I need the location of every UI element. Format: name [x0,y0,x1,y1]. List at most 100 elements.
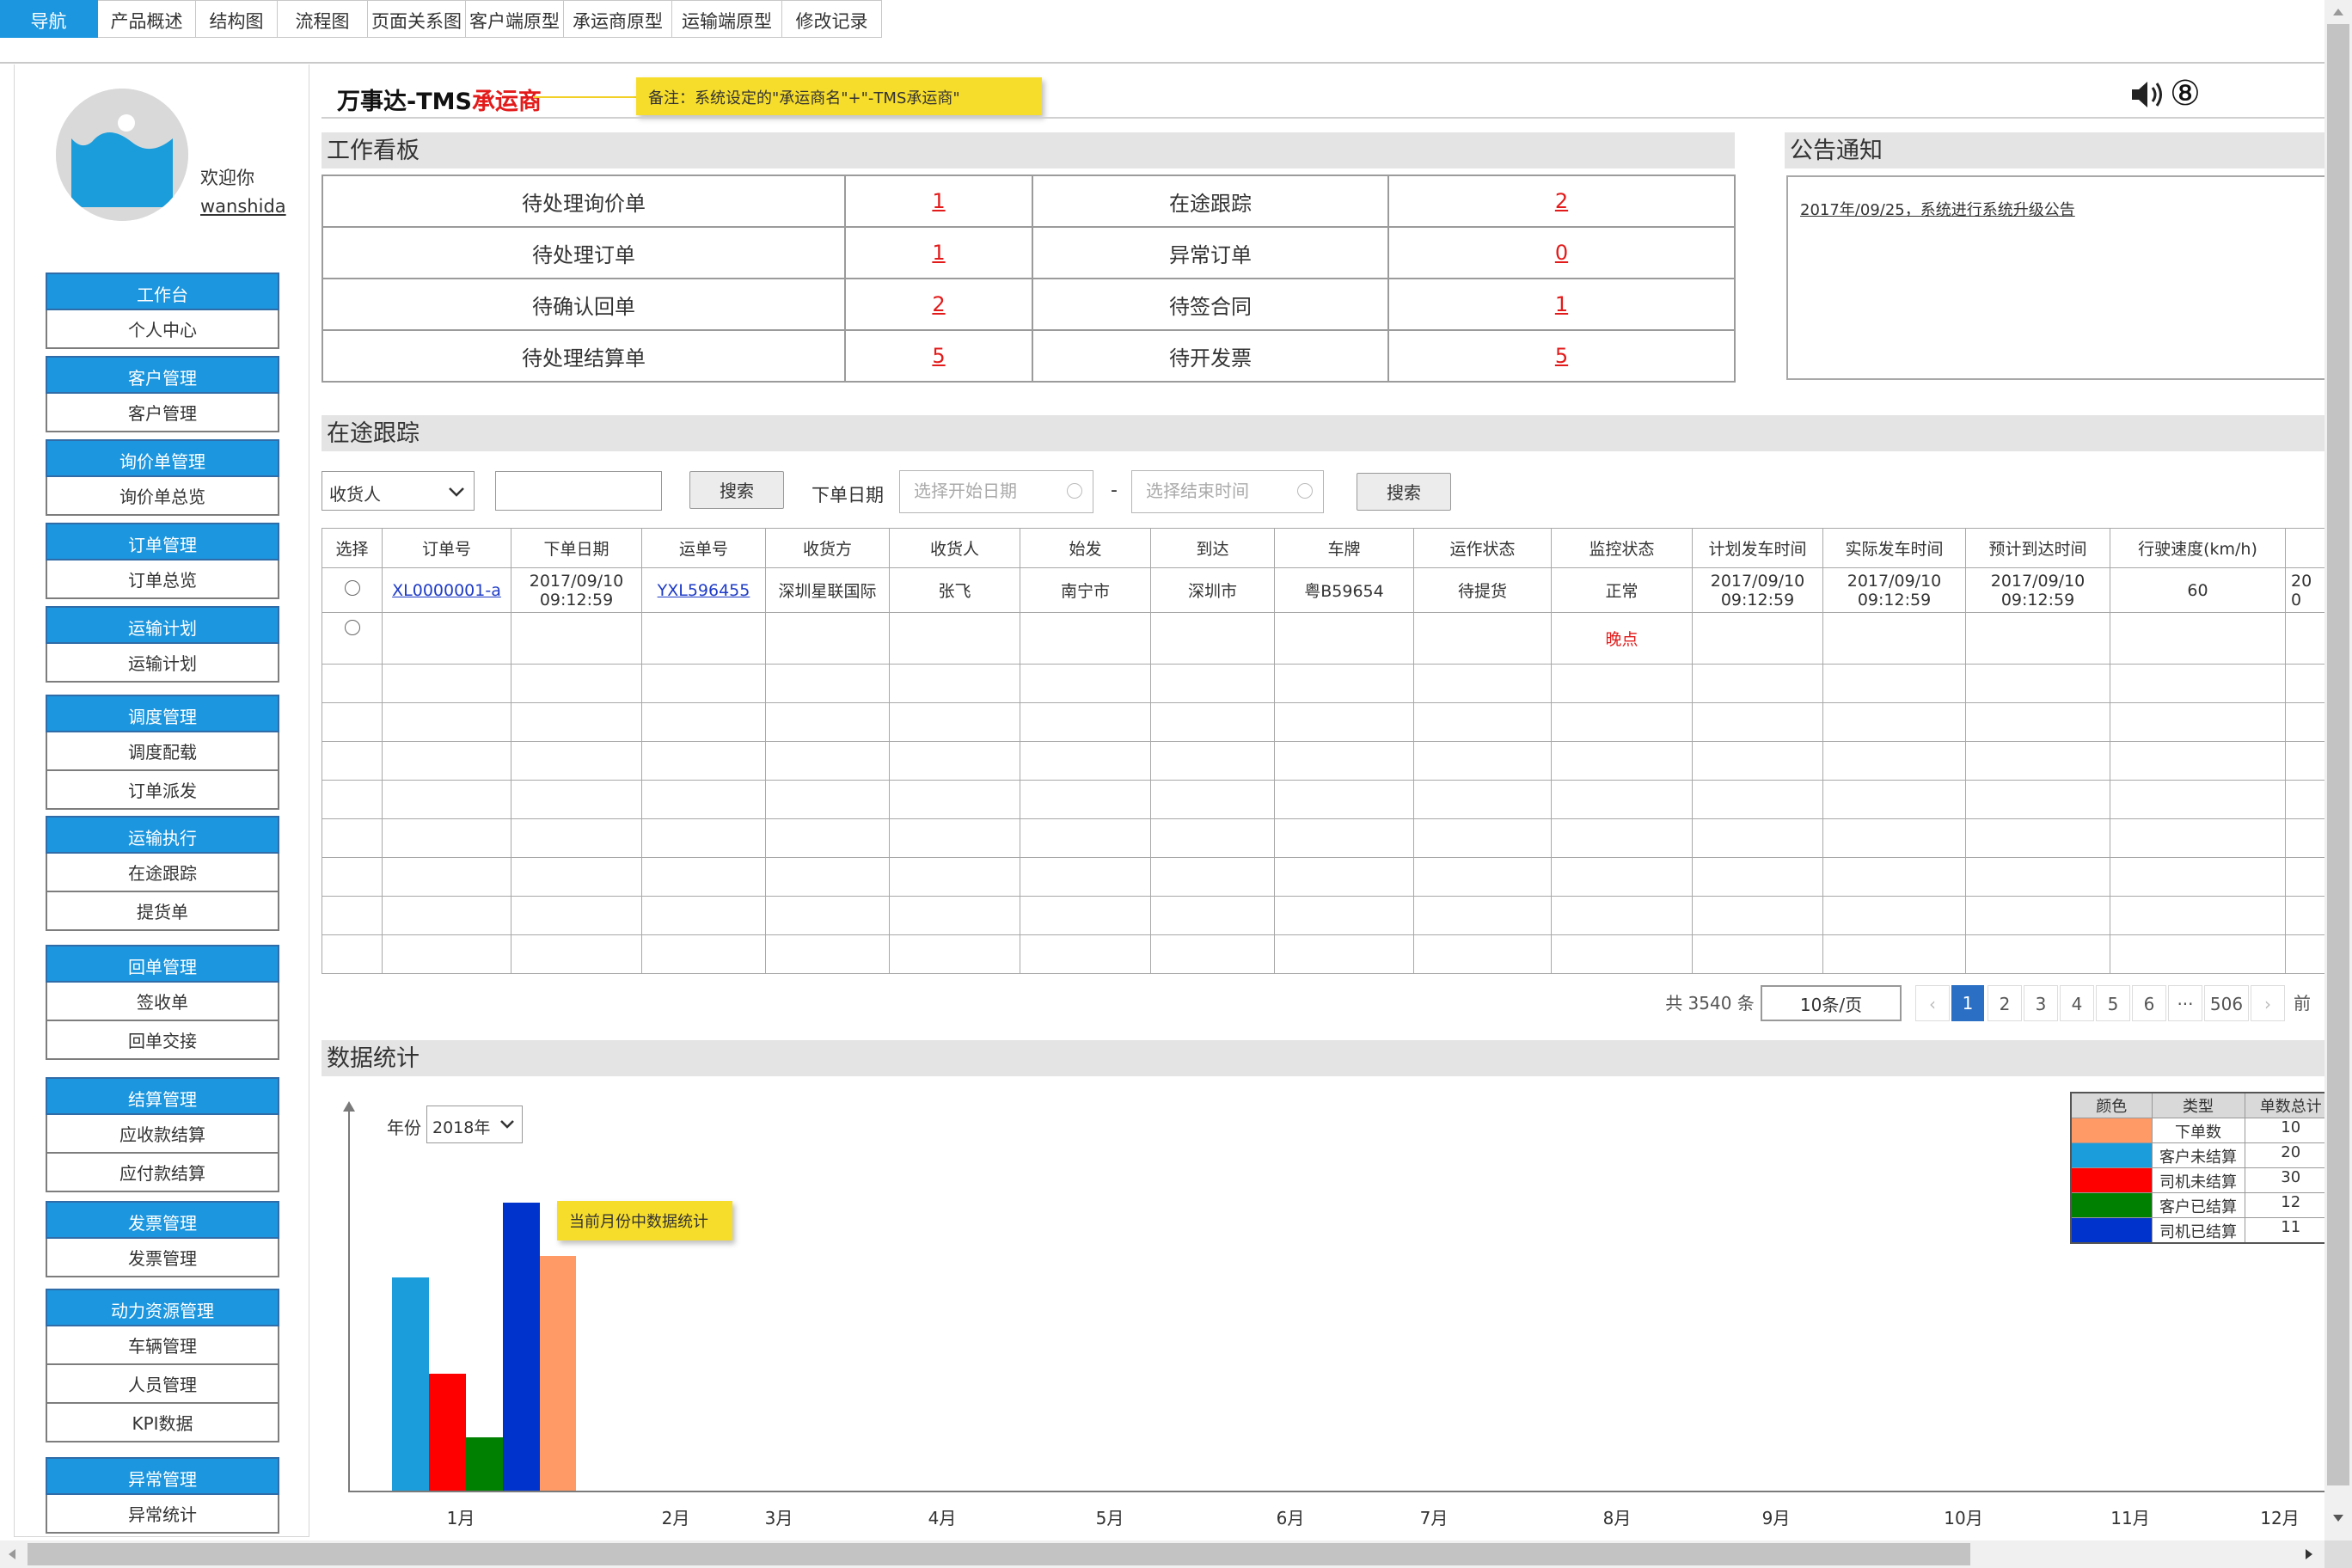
date-text: 2017/09/10 [1990,571,2086,591]
menu-item-invoice-management[interactable]: 发票管理 [46,1239,279,1277]
tab-client-prototype[interactable]: 客户端原型 [466,0,564,38]
menu-item-personal-center[interactable]: 个人中心 [46,310,279,349]
legend-type: 司机已结算 [2151,1217,2245,1244]
tab-change-log[interactable]: 修改记录 [782,0,882,38]
vertical-scroll-thumb[interactable] [2327,24,2349,1485]
legend-table: 颜色 类型 单数总计 下单数 10 客户未结算 20 司机未结算 30 客户已结… [2070,1092,2324,1244]
board-count-link[interactable]: 5 [844,329,1033,383]
scroll-left-arrow-icon[interactable] [7,1547,17,1561]
bar-3-1月 [466,1437,503,1491]
filter-keyword-input[interactable] [495,471,662,511]
tab-carrier-prototype[interactable]: 承运商原型 [564,0,672,38]
order-no-link[interactable]: XL0000001-a [392,581,501,600]
menu-item-kpi[interactable]: KPI数据 [46,1404,279,1442]
board-count-link[interactable]: 1 [1387,278,1736,331]
tab-navigation[interactable]: 导航 [0,0,98,38]
page-title: 万事达-TMS承运商 [337,83,542,116]
board-count-link[interactable]: 0 [1387,226,1736,279]
board-count-link[interactable]: 5 [1387,329,1736,383]
time-text: 09:12:59 [539,590,614,609]
page-button-active[interactable]: 1 [1951,985,1984,1021]
next-page-button[interactable]: › [2251,985,2285,1021]
menu-item-receivable[interactable]: 应收款结算 [46,1115,279,1154]
total-count: 共 3540 条 [1665,993,1755,1014]
horizontal-scroll-thumb[interactable] [28,1543,1970,1565]
tab-product-overview[interactable]: 产品概述 [98,0,196,38]
menu-item-sign-receipt[interactable]: 签收单 [46,983,279,1021]
speaker-icon[interactable] [2128,76,2168,117]
menu-head-resources[interactable]: 动力资源管理 [46,1289,279,1326]
vertical-scrollbar[interactable] [2324,0,2352,1540]
page-button[interactable]: 4 [2060,985,2094,1021]
x-tick-label: 3月 [764,1508,793,1528]
filter-field-select[interactable]: 收货人 [322,471,475,511]
board-count-link[interactable]: 1 [844,175,1033,228]
notice-item-link[interactable]: 2017年/09/25，系统进行系统升级公告 [1800,198,2075,220]
start-date-input[interactable]: 选择开始日期 [899,470,1093,513]
menu-head-settlement[interactable]: 结算管理 [46,1077,279,1115]
date-search-button[interactable]: 搜索 [1357,473,1451,511]
menu-item-transport-plan[interactable]: 运输计划 [46,644,279,683]
menu-item-in-transit[interactable]: 在途跟踪 [46,854,279,892]
plate-cell: 粤B59654 [1274,567,1414,613]
table-row: 晚点 [322,612,2324,665]
board-count-link[interactable]: 2 [844,278,1033,331]
divider [0,62,2324,64]
menu-item-customer-management[interactable]: 客户管理 [46,394,279,432]
scroll-down-arrow-icon[interactable] [2331,1513,2345,1523]
legend-total: 12 [2244,1192,2324,1218]
menu-item-dispatch-loading[interactable]: 调度配载 [46,732,279,771]
goto-page-label: 前往 [2294,993,2311,1014]
menu-item-exception-stats[interactable]: 异常统计 [46,1495,279,1534]
row-select-radio[interactable] [344,580,360,596]
end-date-input[interactable]: 选择结束时间 [1131,470,1324,513]
prev-page-button[interactable]: ‹ [1915,985,1950,1021]
menu-head-exception[interactable]: 异常管理 [46,1457,279,1495]
horizontal-scrollbar[interactable] [0,1540,2324,1568]
column-header: 下单日期 [511,528,642,568]
menu-item-vehicles[interactable]: 车辆管理 [46,1326,279,1365]
menu-item-payable[interactable]: 应付款结算 [46,1154,279,1192]
menu-item-receipt-handover[interactable]: 回单交接 [46,1021,279,1060]
page-ellipsis[interactable]: ··· [2168,985,2202,1021]
board-label: 待确认回单 [322,278,846,331]
page-button[interactable]: 2 [1988,985,2022,1021]
menu-item-personnel[interactable]: 人员管理 [46,1365,279,1404]
page-button-last[interactable]: 506 [2204,985,2249,1021]
scroll-up-arrow-icon[interactable] [2331,7,2345,17]
page-button[interactable]: 6 [2132,985,2166,1021]
menu-head-execution[interactable]: 运输执行 [46,816,279,854]
menu-item-order-overview[interactable]: 订单总览 [46,560,279,599]
menu-item-pickup[interactable]: 提货单 [46,892,279,931]
tab-transport-prototype[interactable]: 运输端原型 [672,0,782,38]
board-row: 待确认回单 2 待签合同 1 [322,278,1736,331]
menu-head-inquiry[interactable]: 询价单管理 [46,439,279,477]
legend-total: 11 [2244,1217,2324,1244]
column-header: 行驶速度(km/h) [2110,528,2286,568]
menu-head-dispatch[interactable]: 调度管理 [46,695,279,732]
row-select-radio[interactable] [344,620,360,635]
tab-page-relations[interactable]: 页面关系图 [368,0,466,38]
search-button[interactable]: 搜索 [689,471,784,509]
waybill-link[interactable]: YXL596455 [658,581,750,600]
menu-item-inquiry-overview[interactable]: 询价单总览 [46,477,279,516]
legend-swatch [2070,1142,2153,1168]
board-count-link[interactable]: 1 [844,226,1033,279]
menu-item-order-dispatch[interactable]: 订单派发 [46,771,279,810]
tab-flowchart[interactable]: 流程图 [278,0,368,38]
username-link[interactable]: wanshida [200,196,286,217]
tab-structure[interactable]: 结构图 [196,0,278,38]
menu-head-order[interactable]: 订单管理 [46,523,279,560]
page-button[interactable]: 3 [2024,985,2058,1021]
menu-head-invoice[interactable]: 发票管理 [46,1201,279,1239]
menu-head-customer[interactable]: 客户管理 [46,356,279,394]
page-size-select[interactable]: 10条/页 [1761,985,1902,1021]
board-count-link[interactable]: 2 [1387,175,1736,228]
order-no-cell: XL0000001-a [382,567,511,613]
notification-count-badge[interactable]: ⑧ [2170,74,2201,113]
menu-head-workbench[interactable]: 工作台 [46,273,279,310]
menu-head-transport-plan[interactable]: 运输计划 [46,606,279,644]
menu-head-receipt[interactable]: 回单管理 [46,945,279,983]
page-button[interactable]: 5 [2096,985,2130,1021]
scroll-right-arrow-icon[interactable] [2304,1547,2314,1561]
